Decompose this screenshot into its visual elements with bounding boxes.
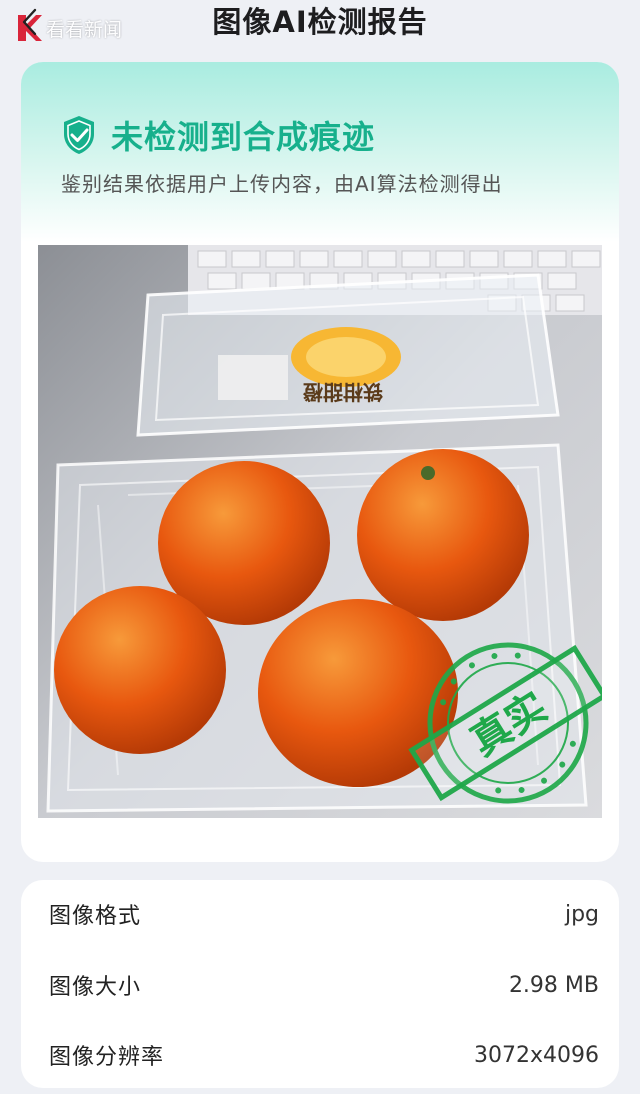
verdict-description: 鉴别结果依据用户上传内容，由AI算法检测得出: [61, 172, 503, 196]
info-row-format: 图像格式 jpg: [49, 894, 599, 934]
box-label-text: 铁柑甜橙: [302, 380, 383, 404]
top-bar: 看看新闻 图像AI检测报告: [0, 0, 640, 44]
info-value: jpg: [564, 901, 599, 927]
info-row-size: 图像大小 2.98 MB: [49, 965, 599, 1005]
image-info-card: 图像格式 jpg 图像大小 2.98 MB 图像分辨率 3072x4096: [21, 880, 619, 1088]
uploaded-image[interactable]: 铁柑甜橙 真实: [38, 245, 602, 818]
info-label: 图像格式: [49, 904, 142, 929]
info-value: 3072x4096: [474, 1042, 599, 1068]
orange-3: [54, 586, 226, 754]
info-row-resolution: 图像分辨率 3072x4096: [49, 1035, 599, 1075]
report-page: 看看新闻 图像AI检测报告 未检测到合成痕迹 鉴别结果依据用户上传内容，由AI算…: [0, 0, 640, 1094]
shield-check-icon: [64, 116, 94, 154]
info-label: 图像分辨率: [49, 1045, 165, 1070]
verdict-text: 未检测到合成痕迹: [111, 118, 376, 156]
info-value: 2.98 MB: [508, 972, 599, 998]
orange-2: [357, 449, 529, 621]
photo-illustration: 铁柑甜橙 真实: [38, 245, 602, 818]
info-label: 图像大小: [49, 975, 142, 1000]
verdict-row: 未检测到合成痕迹: [61, 112, 375, 158]
page-title: 图像AI检测报告: [212, 5, 428, 39]
result-card: 未检测到合成痕迹 鉴别结果依据用户上传内容，由AI算法检测得出 铁柑甜橙 真实: [21, 62, 619, 862]
